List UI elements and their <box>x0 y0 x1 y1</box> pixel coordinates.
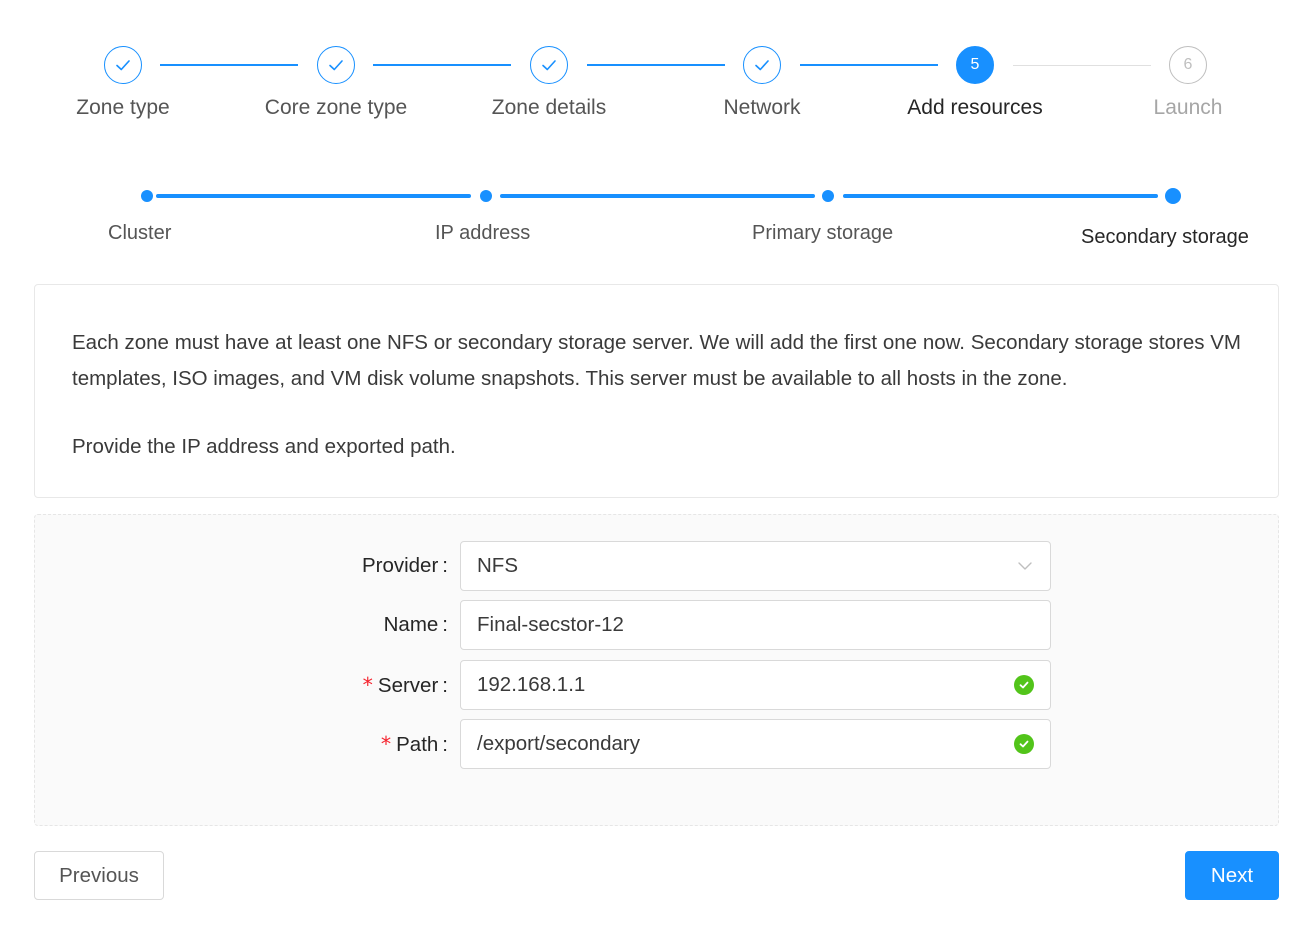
substep-label-cluster[interactable]: Cluster <box>108 222 171 245</box>
name-input[interactable] <box>477 613 1034 637</box>
chevron-down-icon <box>1016 557 1034 575</box>
server-input[interactable] <box>477 673 1014 697</box>
substep-connector <box>156 194 471 198</box>
step-label: Launch <box>1153 96 1223 119</box>
check-icon <box>743 46 781 84</box>
substep-label-primary-storage[interactable]: Primary storage <box>752 222 893 245</box>
step-label: Add resources <box>907 96 1043 119</box>
substep-connector <box>500 194 815 198</box>
substep-dot-primary-storage[interactable] <box>822 190 834 202</box>
step-label: Zone type <box>76 96 170 119</box>
step-description: Each zone must have at least one NFS or … <box>34 284 1279 498</box>
provider-label: Provider: <box>361 554 448 577</box>
step-label: Network <box>723 96 801 119</box>
substep-dot-cluster[interactable] <box>141 190 153 202</box>
check-icon <box>104 46 142 84</box>
check-icon <box>530 46 568 84</box>
form-row-server: * Server: <box>35 660 1280 710</box>
previous-button[interactable]: Previous <box>34 851 164 900</box>
provider-select[interactable]: NFS <box>460 541 1051 591</box>
step-launch: 6 Launch <box>1103 46 1273 120</box>
server-label: * Server: <box>362 673 448 697</box>
path-input[interactable] <box>477 732 1014 756</box>
check-circle-icon <box>1014 675 1034 695</box>
required-mark: * <box>362 673 373 697</box>
check-icon <box>317 46 355 84</box>
secondary-storage-form: Provider: NFS Name: *Server: *Path: <box>34 514 1279 826</box>
check-circle-icon <box>1014 734 1034 754</box>
description-text: Each zone must have at least one NFS or … <box>72 331 1241 390</box>
step-number: 5 <box>956 46 994 84</box>
resource-substeps: Cluster IP address Primary storage Secon… <box>0 180 1294 260</box>
substep-connector <box>843 194 1158 198</box>
step-core-zone-type[interactable]: Core zone type <box>251 46 421 120</box>
path-field-wrapper <box>460 719 1051 769</box>
server-field-wrapper <box>460 660 1051 710</box>
step-zone-type[interactable]: Zone type <box>38 46 208 120</box>
substep-label-secondary-storage: Secondary storage <box>1081 226 1249 248</box>
step-add-resources: 5 Add resources <box>890 46 1060 120</box>
provider-value: NFS <box>477 554 518 577</box>
form-row-provider: Provider: NFS <box>35 541 1280 591</box>
substep-dot-secondary-storage <box>1165 188 1181 204</box>
step-label: Core zone type <box>264 96 408 119</box>
next-button[interactable]: Next <box>1185 851 1279 900</box>
name-field-wrapper <box>460 600 1051 650</box>
step-label: Zone details <box>491 96 607 119</box>
path-label: * Path: <box>380 732 448 756</box>
substep-dot-ip-address[interactable] <box>480 190 492 202</box>
form-row-name: Name: <box>35 600 1280 650</box>
required-mark: * <box>380 732 392 756</box>
form-row-path: * Path: <box>35 719 1280 769</box>
step-network[interactable]: Network <box>677 46 847 120</box>
name-label: Name: <box>383 613 448 636</box>
wizard-steps: Zone type Core zone type Zone details Ne… <box>0 0 1294 150</box>
step-zone-details[interactable]: Zone details <box>464 46 634 120</box>
description-instruction: Provide the IP address and exported path… <box>72 435 456 458</box>
step-number: 6 <box>1169 46 1207 84</box>
substep-label-ip-address[interactable]: IP address <box>435 222 530 245</box>
